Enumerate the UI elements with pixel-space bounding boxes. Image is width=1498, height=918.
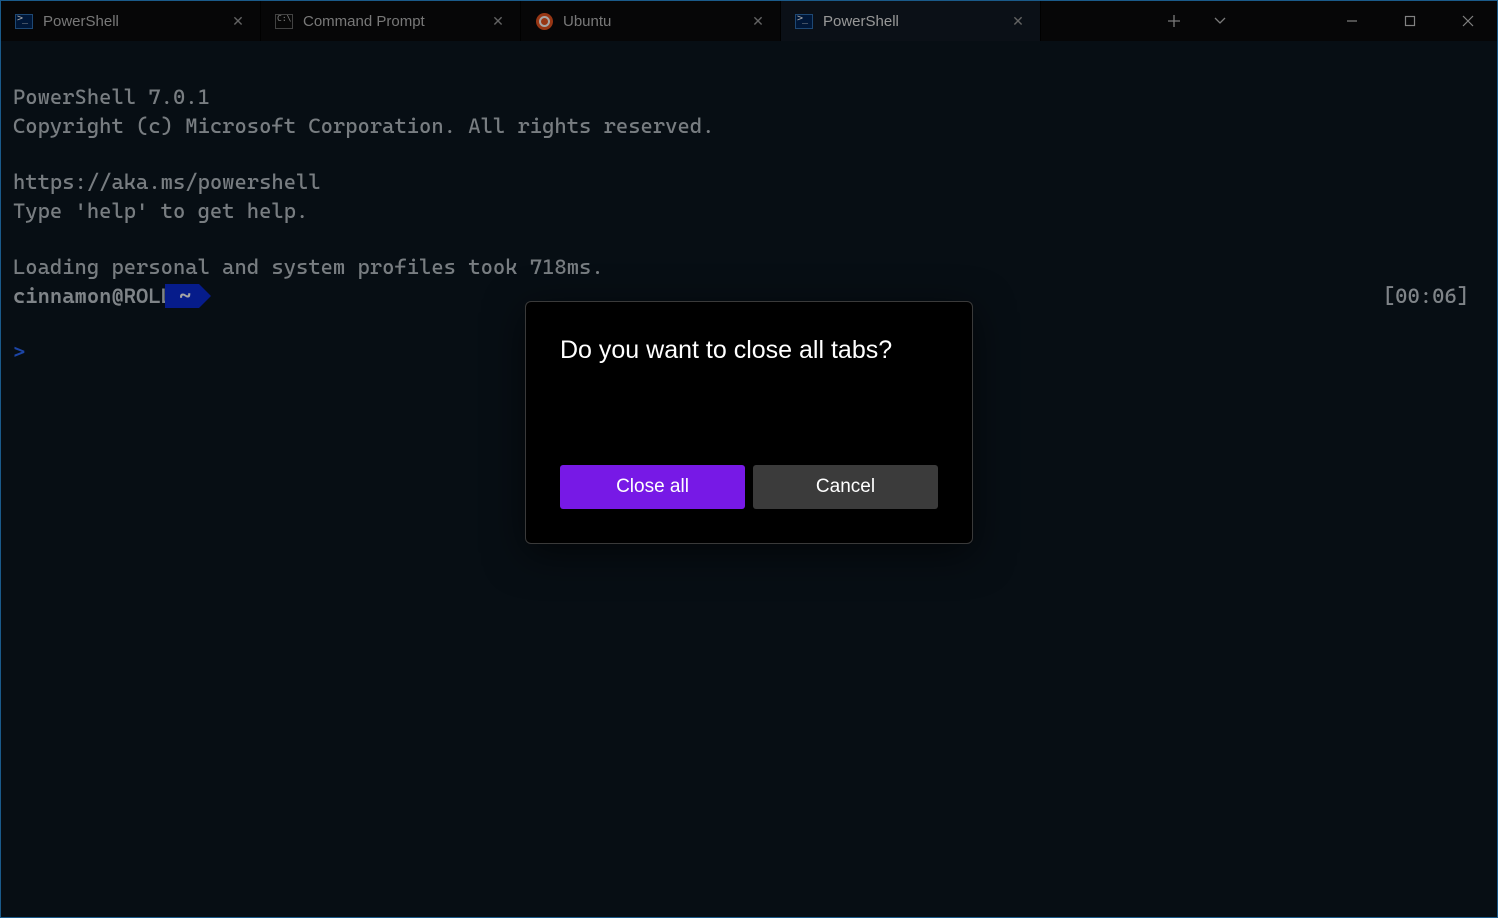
close-tabs-dialog: Do you want to close all tabs? Close all… xyxy=(525,301,973,544)
close-all-button[interactable]: Close all xyxy=(560,465,745,509)
cancel-button[interactable]: Cancel xyxy=(753,465,938,509)
dialog-button-row: Close all Cancel xyxy=(560,465,938,509)
dialog-title: Do you want to close all tabs? xyxy=(560,336,938,365)
